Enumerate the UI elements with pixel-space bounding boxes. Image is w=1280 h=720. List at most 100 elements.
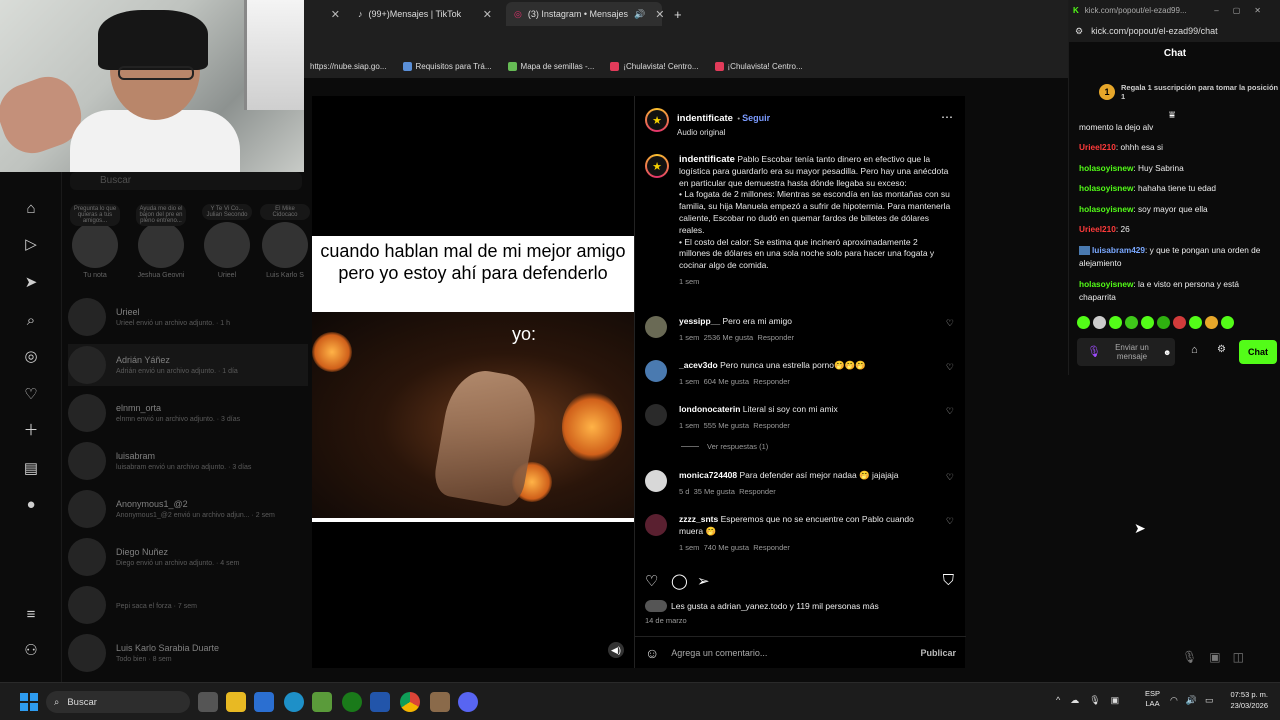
comment-user[interactable]: _acev3do — [679, 360, 718, 370]
speaker-icon[interactable]: 🔊 — [634, 9, 645, 20]
message-user[interactable]: holasoyisnew — [1079, 204, 1133, 214]
microphone-icon[interactable]: 🎙 — [1087, 346, 1101, 357]
comment-likes[interactable]: 604 Me gusta — [704, 377, 749, 386]
reply-button[interactable]: Responder — [753, 377, 790, 386]
tab-instagram[interactable]: ◎ (3) Instagram • Mensajes 🔊 ✕ — [506, 2, 664, 26]
comment-likes[interactable]: 2536 Me gusta — [704, 333, 754, 342]
chat-message-input[interactable]: 🎙 Enviar un mensaje ☻ — [1077, 338, 1175, 366]
story-item[interactable]: Y Te Vi Co... Julian Secondo Urieel — [202, 204, 252, 279]
search-input[interactable]: Buscar — [70, 172, 302, 190]
emote-icon[interactable] — [1109, 316, 1122, 329]
emote-icon[interactable] — [1173, 316, 1186, 329]
explore-icon[interactable]: ◎ — [22, 348, 40, 366]
system-tray-icons[interactable]: ^☁🎙▣ — [1056, 695, 1129, 706]
settings-icon[interactable]: ⚙ — [1217, 344, 1226, 355]
emote-icon[interactable] — [1205, 316, 1218, 329]
overlay-controls-icon[interactable]: 🎙▣◫ — [1182, 650, 1256, 664]
follow-button[interactable]: Seguir — [742, 113, 770, 123]
emote-icon[interactable] — [1221, 316, 1234, 329]
apps-icon[interactable]: ⚇ — [22, 642, 40, 660]
app-icon[interactable] — [370, 692, 390, 712]
like-icon[interactable]: ♡ — [946, 362, 954, 373]
comment-icon[interactable]: ◯ — [671, 572, 688, 590]
send-chat-button[interactable]: Chat — [1239, 340, 1277, 364]
conversation-item[interactable]: Anonymous1_@2 Anonymous1_@2 envió un arch… — [68, 488, 308, 530]
avatar[interactable] — [645, 404, 667, 426]
settings-icon[interactable]: ⚙ — [1075, 26, 1083, 37]
create-icon[interactable]: ＋ — [22, 422, 40, 440]
chrome-icon[interactable] — [400, 692, 420, 712]
language-indicator[interactable]: ESP LAA — [1145, 689, 1160, 709]
conversation-item[interactable]: Luis Karlo Sarabia Duarte Todo bien · 8 s… — [68, 632, 308, 674]
like-icon[interactable]: ♡ — [946, 318, 954, 329]
message-user[interactable]: holasoyisnew — [1079, 183, 1133, 193]
profile-icon[interactable]: ● — [22, 496, 40, 514]
comment-likes[interactable]: 555 Me gusta — [704, 421, 749, 430]
video-progress-bar[interactable] — [312, 518, 634, 522]
share-icon[interactable]: ➢ — [697, 572, 710, 590]
filter-icon[interactable]: ⩸ — [1169, 110, 1175, 121]
close-icon[interactable]: ✕ — [331, 8, 340, 21]
bookmark-requisitos[interactable]: Requisitos para Trá... — [402, 61, 492, 71]
conversation-item[interactable]: luisabram luisabram envió un archivo adju… — [68, 440, 308, 482]
xbox-icon[interactable] — [342, 692, 362, 712]
story-item[interactable]: Pregunta lo que quieras a tus amigos... T… — [70, 204, 120, 279]
conversation-item[interactable]: Adrián Yáñez Adrián envió un archivo adju… — [68, 344, 308, 386]
address-bar[interactable] — [304, 28, 1068, 54]
network-volume-battery-icons[interactable]: ◠🔊▭ — [1170, 695, 1222, 706]
reply-button[interactable]: Responder — [753, 421, 790, 430]
emote-icon[interactable] — [1093, 316, 1106, 329]
avatar[interactable]: ★ — [645, 154, 669, 178]
comment-user[interactable]: monica724408 — [679, 470, 737, 480]
reels-icon[interactable]: ▷ — [22, 236, 40, 254]
like-icon[interactable]: ♡ — [946, 472, 954, 483]
tab-tiktok[interactable]: ♪ (99+)Mensajes | TikTok ✕ — [350, 2, 500, 26]
emote-icon[interactable] — [1157, 316, 1170, 329]
like-icon[interactable]: ♡ — [946, 406, 954, 417]
conversation-item[interactable]: elnmn_orta elnmn envió un archivo adjunto… — [68, 392, 308, 434]
task-view-icon[interactable] — [198, 692, 218, 712]
story-item[interactable]: El Mike Cidocaco Luis Karlo S — [260, 204, 310, 279]
menu-icon[interactable]: ≡ — [22, 606, 40, 624]
reel-video[interactable]: cuando hablan mal de mi mejor amigo pero… — [312, 96, 634, 668]
store-icon[interactable] — [254, 692, 274, 712]
conversation-item[interactable]: Pepi saca el forza · 7 sem — [68, 584, 308, 626]
comment-user[interactable]: yessipp__ — [679, 316, 720, 326]
search-icon[interactable]: ⌕ — [22, 312, 40, 330]
like-icon[interactable]: ♡ — [946, 516, 954, 527]
conversation-item[interactable]: Diego Nuñez Diego envió un archivo adjunt… — [68, 536, 308, 578]
emote-icon[interactable] — [1125, 316, 1138, 329]
windows-start-icon[interactable] — [20, 693, 38, 711]
bookmark-chulavista-2[interactable]: ¡Chulavista! Centro... — [714, 61, 803, 71]
app-icon[interactable] — [430, 692, 450, 712]
edge-icon[interactable] — [284, 692, 304, 712]
avatar[interactable] — [645, 470, 667, 492]
bookmark-mapa[interactable]: Mapa de semillas -... — [507, 61, 594, 71]
avatar[interactable] — [645, 514, 667, 536]
pinned-gift-banner[interactable]: 1 Regala 1 suscripción para tomar la pos… — [1069, 72, 1280, 112]
emoji-icon[interactable]: ☺ — [645, 645, 659, 661]
publish-button[interactable]: Publicar — [920, 648, 956, 658]
message-user[interactable]: Urieel210 — [1079, 142, 1116, 152]
clock[interactable]: 07:53 p. m. 23/03/2026 — [1230, 689, 1268, 711]
story-item[interactable]: Ayuda me dio el bajon del pre en pleno e… — [136, 204, 186, 279]
message-user[interactable]: holasoyisnew — [1079, 163, 1133, 173]
message-user[interactable]: luisabram429 — [1092, 245, 1145, 255]
messages-icon[interactable]: ➤ — [22, 274, 40, 292]
reply-button[interactable]: Responder — [757, 333, 794, 342]
new-tab-button[interactable]: + — [666, 2, 686, 26]
avatar[interactable] — [645, 360, 667, 382]
reply-button[interactable]: Responder — [753, 543, 790, 552]
avatar[interactable] — [645, 316, 667, 338]
description-author[interactable]: indentificate — [679, 154, 735, 165]
bookmark-chulavista-1[interactable]: ¡Chulavista! Centro... — [610, 61, 699, 71]
conversation-item[interactable]: Urieel Urieel envió un archivo adjunto. ·… — [68, 296, 308, 338]
close-icon[interactable]: ✕ — [483, 8, 492, 21]
discord-icon[interactable] — [458, 692, 478, 712]
mute-icon[interactable]: ◀) — [608, 642, 624, 658]
view-replies-button[interactable]: Ver respuestas (1) — [707, 442, 768, 451]
audio-label[interactable]: Audio original — [677, 128, 770, 137]
emote-icon[interactable] — [1141, 316, 1154, 329]
kick-address-bar[interactable]: ⚙ kick.com/popout/el-ezad99/chat — [1069, 20, 1280, 42]
minecraft-icon[interactable] — [312, 692, 332, 712]
